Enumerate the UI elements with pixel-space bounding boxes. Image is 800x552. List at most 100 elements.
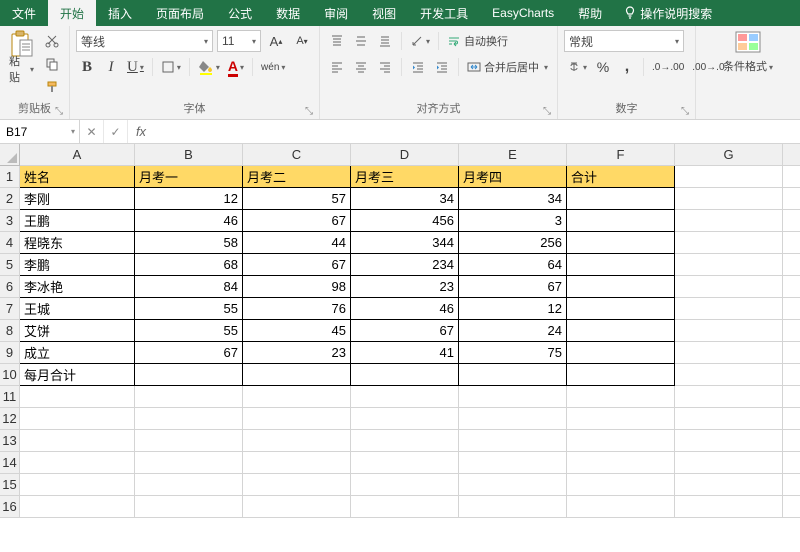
cell[interactable] [459, 452, 567, 474]
cell[interactable]: 月考三 [351, 166, 459, 188]
conditional-formatting-button[interactable]: 条件格式 [723, 30, 773, 74]
cell[interactable] [675, 496, 783, 518]
cell[interactable] [567, 342, 675, 364]
cell[interactable]: 67 [459, 276, 567, 298]
cell[interactable] [675, 166, 783, 188]
select-all-corner[interactable] [0, 144, 20, 166]
increase-decimal-button[interactable]: .0→.00 [649, 56, 687, 78]
cell[interactable]: 李刚 [20, 188, 135, 210]
cell[interactable] [567, 430, 675, 452]
cell[interactable] [567, 408, 675, 430]
cell[interactable]: 67 [243, 210, 351, 232]
align-left-button[interactable] [326, 56, 348, 78]
cell[interactable]: 月考一 [135, 166, 243, 188]
cell[interactable] [783, 408, 800, 430]
cell[interactable]: 98 [243, 276, 351, 298]
cell[interactable] [783, 386, 800, 408]
cell[interactable] [459, 474, 567, 496]
cell[interactable] [783, 188, 800, 210]
cell[interactable] [783, 298, 800, 320]
font-size-combo[interactable]: 11▾ [217, 30, 261, 52]
row-header[interactable]: 10 [0, 364, 20, 386]
row-header[interactable]: 4 [0, 232, 20, 254]
cell[interactable] [675, 210, 783, 232]
cell[interactable]: 41 [351, 342, 459, 364]
cell[interactable] [567, 364, 675, 386]
cell[interactable]: 45 [243, 320, 351, 342]
border-button[interactable] [158, 56, 184, 78]
cell[interactable] [567, 474, 675, 496]
row-header[interactable]: 15 [0, 474, 20, 496]
tab-insert[interactable]: 插入 [96, 0, 144, 26]
tab-data[interactable]: 数据 [264, 0, 312, 26]
cell[interactable] [243, 452, 351, 474]
increase-indent-button[interactable] [431, 56, 453, 78]
cell[interactable] [567, 320, 675, 342]
cell[interactable]: 月考四 [459, 166, 567, 188]
tab-home[interactable]: 开始 [48, 0, 96, 26]
cell[interactable]: 55 [135, 298, 243, 320]
cell[interactable] [783, 254, 800, 276]
cell[interactable] [243, 408, 351, 430]
cell[interactable] [675, 430, 783, 452]
comma-button[interactable]: , [616, 56, 638, 78]
cell[interactable] [567, 254, 675, 276]
cell[interactable]: 57 [243, 188, 351, 210]
row-header[interactable]: 8 [0, 320, 20, 342]
cell[interactable] [783, 342, 800, 364]
row-header[interactable]: 9 [0, 342, 20, 364]
tab-dev[interactable]: 开发工具 [408, 0, 480, 26]
increase-font-button[interactable]: A▴ [265, 30, 287, 52]
cell[interactable] [243, 386, 351, 408]
cell[interactable]: 艾饼 [20, 320, 135, 342]
tab-file[interactable]: 文件 [0, 0, 48, 26]
cell[interactable]: 67 [135, 342, 243, 364]
cell[interactable] [675, 298, 783, 320]
cell[interactable]: 24 [459, 320, 567, 342]
align-center-button[interactable] [350, 56, 372, 78]
cell[interactable]: 44 [243, 232, 351, 254]
number-launcher[interactable]: ⤡ [681, 106, 689, 117]
cell[interactable] [783, 320, 800, 342]
cell[interactable]: 3 [459, 210, 567, 232]
cell[interactable] [783, 452, 800, 474]
percent-button[interactable]: % [592, 56, 614, 78]
tell-me-search[interactable]: 操作说明搜索 [614, 0, 722, 26]
cell[interactable] [459, 386, 567, 408]
decrease-font-button[interactable]: A▾ [291, 30, 313, 52]
name-box[interactable]: B17▾ [0, 120, 80, 143]
cell[interactable] [783, 166, 800, 188]
cell[interactable] [351, 452, 459, 474]
fx-icon[interactable]: fx [128, 120, 154, 143]
cell[interactable] [20, 496, 135, 518]
row-header[interactable]: 5 [0, 254, 20, 276]
align-top-button[interactable] [326, 30, 348, 52]
bold-button[interactable]: B [76, 56, 98, 78]
column-header[interactable] [783, 144, 800, 166]
row-header[interactable]: 12 [0, 408, 20, 430]
cell[interactable] [459, 496, 567, 518]
cell[interactable] [675, 408, 783, 430]
cell[interactable] [351, 430, 459, 452]
row-header[interactable]: 1 [0, 166, 20, 188]
cell[interactable]: 67 [243, 254, 351, 276]
decrease-indent-button[interactable] [407, 56, 429, 78]
cell[interactable] [243, 364, 351, 386]
cell[interactable] [567, 188, 675, 210]
cell[interactable] [20, 408, 135, 430]
tab-review[interactable]: 审阅 [312, 0, 360, 26]
cell[interactable] [567, 232, 675, 254]
cell[interactable]: 程晓东 [20, 232, 135, 254]
cell[interactable]: 王鹏 [20, 210, 135, 232]
cell[interactable]: 68 [135, 254, 243, 276]
align-right-button[interactable] [374, 56, 396, 78]
cell[interactable] [783, 232, 800, 254]
cell[interactable] [675, 188, 783, 210]
cell[interactable] [567, 276, 675, 298]
cell[interactable] [567, 452, 675, 474]
cell[interactable] [20, 386, 135, 408]
cell[interactable] [675, 474, 783, 496]
cell[interactable] [459, 364, 567, 386]
font-launcher[interactable]: ⤡ [305, 106, 313, 117]
cell[interactable]: 李冰艳 [20, 276, 135, 298]
